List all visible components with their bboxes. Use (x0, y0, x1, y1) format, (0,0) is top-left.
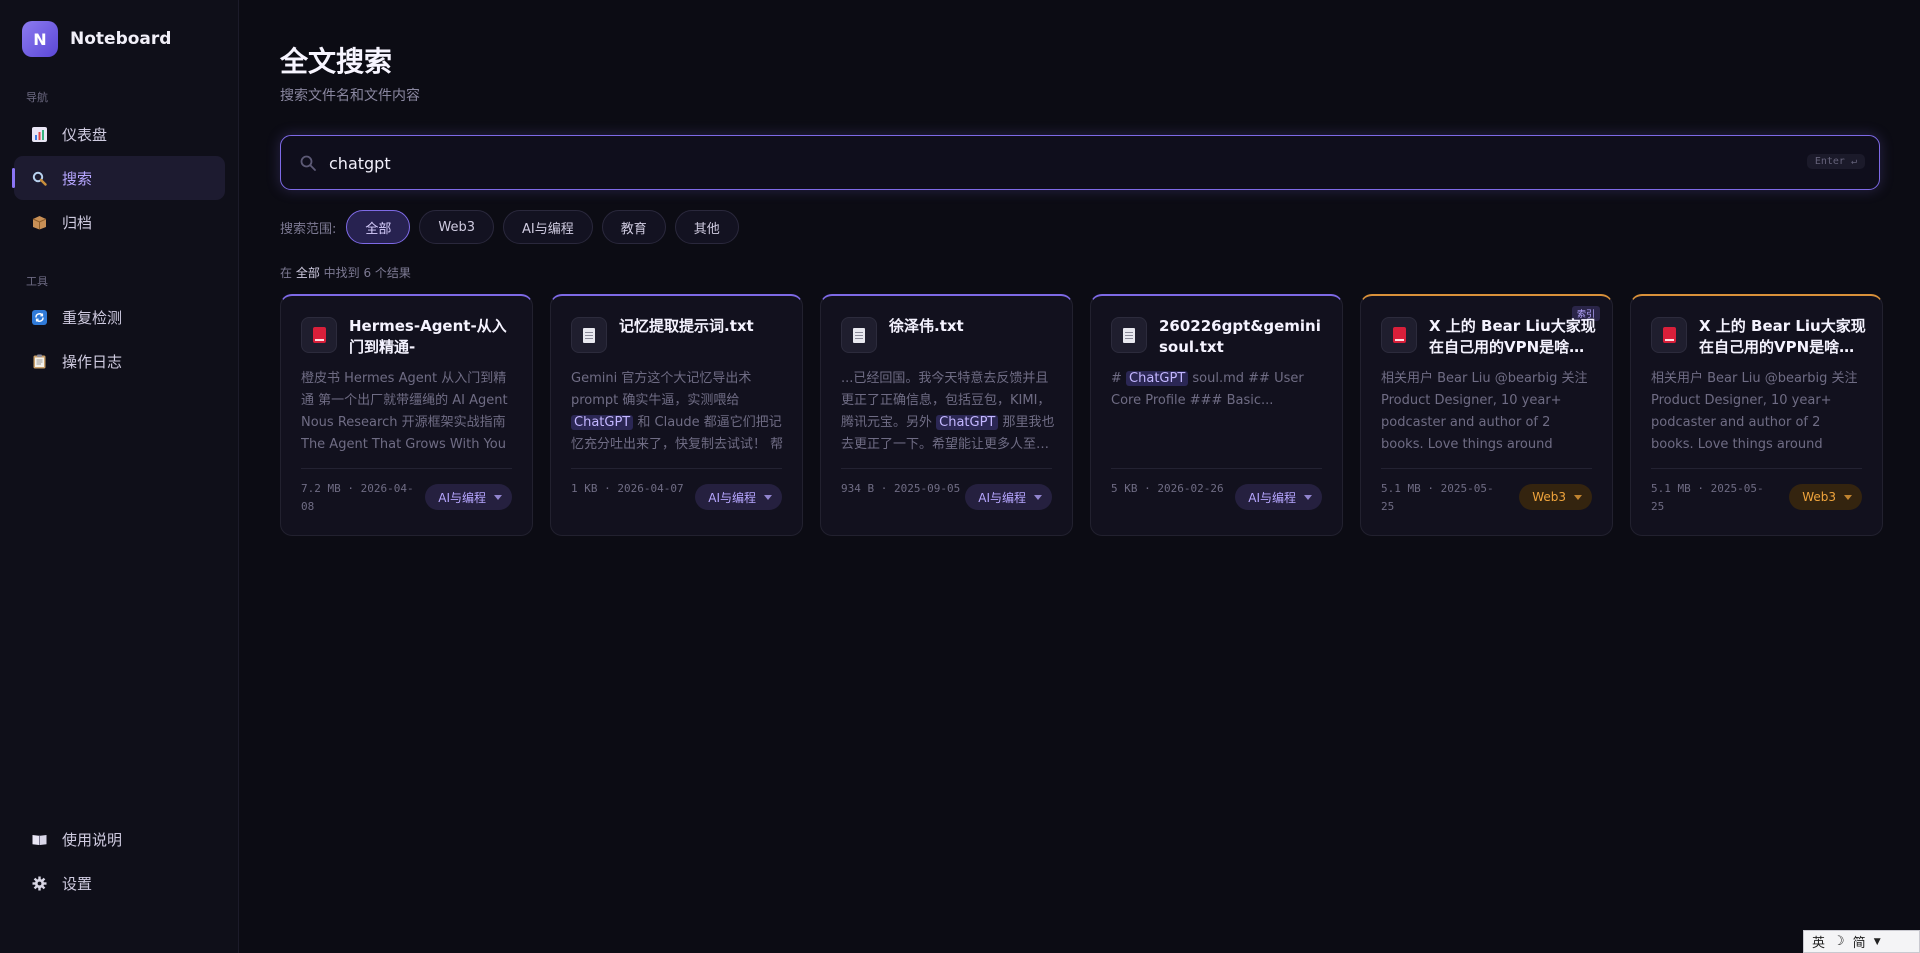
sidebar-item-label: 使用说明 (62, 830, 123, 849)
gear-icon (30, 874, 48, 892)
card-meta: 5 KB · 2026-02-26 (1111, 482, 1224, 495)
page-subtitle: 搜索文件名和文件内容 (280, 88, 420, 104)
card-meta: 5.1 MB · 2025-05-25 (1651, 482, 1764, 513)
category-select[interactable]: Web3 (1519, 484, 1592, 510)
card-divider (841, 468, 1052, 469)
card-snippet: 相关用户 Bear Liu @bearbig 关注 Product Design… (1651, 371, 1858, 452)
card-divider (301, 468, 512, 469)
scope-chip-other[interactable]: 其他 (674, 210, 739, 244)
refresh-icon (30, 308, 48, 326)
text-file-icon (1111, 317, 1147, 353)
sidebar-item-help[interactable]: 使用说明 (14, 817, 225, 861)
archive-box-icon (30, 213, 48, 231)
card-title: X 上的 Bear Liu大家现在自己用的VPN是啥… (1699, 317, 1866, 356)
sidebar-item-label: 重复检测 (62, 308, 123, 327)
nav-section-title: 导航 (26, 91, 48, 104)
result-card[interactable]: 260226gpt&gemini soul.txt # ChatGPT soul… (1090, 294, 1343, 536)
text-file-icon (571, 317, 607, 353)
ime-mode[interactable]: 简 (1853, 932, 1866, 951)
card-snippet: # ChatGPT soul.md ## User Core Profile #… (1111, 371, 1304, 408)
sidebar-item-settings[interactable]: 设置 (14, 861, 225, 905)
category-select[interactable]: Web3 (1789, 484, 1862, 510)
chevron-down-icon (1844, 495, 1852, 500)
category-select[interactable]: AI与编程 (695, 484, 782, 510)
card-snippet: ...已经回国。我今天特意去反馈并且更正了正确信息，包括豆包，KIMI，腾讯元宝… (841, 371, 1055, 452)
page-title: 全文搜索 (280, 45, 393, 78)
scope-chip-all[interactable]: 全部 (346, 210, 411, 244)
search-highlight: ChatGPT (571, 415, 634, 430)
tools-section-title: 工具 (26, 275, 48, 288)
card-divider (1651, 468, 1862, 469)
card-snippet: 相关用户 Bear Liu @bearbig 关注 Product Design… (1381, 371, 1588, 452)
card-snippet: 橙皮书 Hermes Agent 从入门到精通 第一个出厂就带缰绳的 AI Ag… (301, 371, 508, 452)
result-card[interactable]: 徐泽伟.txt ...已经回国。我今天特意去反馈并且更正了正确信息，包括豆包，K… (820, 294, 1073, 536)
enter-key-hint: Enter ↵ (1806, 154, 1865, 169)
brand[interactable]: N Noteboard (22, 21, 171, 57)
card-title: Hermes-Agent-从入门到精通-v260407.pdf (349, 317, 507, 356)
chart-icon (30, 125, 48, 143)
search-highlight: ChatGPT (1126, 371, 1189, 386)
search-input[interactable] (329, 148, 1729, 178)
result-card[interactable]: Hermes-Agent-从入门到精通-v260407.pdf 橙皮书 Herm… (280, 294, 533, 536)
search-scope-filter: 搜索范围: 全部 Web3 AI与编程 教育 其他 (280, 210, 748, 244)
sidebar-item-label: 归档 (62, 213, 93, 232)
card-divider (571, 468, 782, 469)
scope-chip-ai-programming[interactable]: AI与编程 (503, 210, 593, 244)
category-select[interactable]: AI与编程 (425, 484, 512, 510)
sidebar-item-dashboard[interactable]: 仪表盘 (14, 112, 225, 156)
chevron-down-icon (1034, 495, 1042, 500)
card-title: X 上的 Bear Liu大家现在自己用的VPN是啥… (1429, 317, 1596, 356)
pdf-file-icon (301, 317, 337, 353)
scope-chip-web3[interactable]: Web3 (419, 210, 495, 244)
result-card[interactable]: 索引 X 上的 Bear Liu大家现在自己用的VPN是啥… 相关用户 Bear… (1360, 294, 1613, 536)
pdf-file-icon (1651, 317, 1687, 353)
category-select[interactable]: AI与编程 (965, 484, 1052, 510)
search-icon (299, 154, 317, 172)
sidebar-item-operation-log[interactable]: 操作日志 (14, 339, 225, 383)
sidebar: N Noteboard 导航 仪表盘 搜索 归档 工具 重复检测 操作日志 使用… (0, 0, 239, 953)
card-meta: 934 B · 2025-09-05 (841, 482, 961, 495)
card-meta: 7.2 MB · 2026-04-08 (301, 482, 414, 513)
chevron-down-icon (764, 495, 772, 500)
sidebar-item-label: 搜索 (62, 169, 93, 188)
search-icon (30, 169, 48, 187)
result-card[interactable]: 记忆提取提示词.txt Gemini 官方这个大记忆导出术 prompt 确实牛… (550, 294, 803, 536)
app-name: Noteboard (70, 29, 172, 49)
card-title: 260226gpt&gemini soul.txt (1159, 317, 1321, 356)
search-highlight: ChatGPT (936, 415, 999, 430)
card-meta: 5.1 MB · 2025-05-25 (1381, 482, 1494, 513)
sidebar-item-label: 仪表盘 (62, 125, 108, 144)
scope-chip-education[interactable]: 教育 (601, 210, 666, 244)
text-file-icon (841, 317, 877, 353)
chevron-down-icon (1574, 495, 1582, 500)
clipboard-icon (30, 352, 48, 370)
pdf-file-icon (1381, 317, 1417, 353)
category-select[interactable]: AI与编程 (1235, 484, 1322, 510)
sidebar-item-search[interactable]: 搜索 (12, 156, 225, 200)
card-title: 记忆提取提示词.txt (619, 317, 754, 335)
card-divider (1111, 468, 1322, 469)
ime-status-bar[interactable]: 英 ☽ 简 ▼ (1803, 930, 1920, 953)
book-icon (30, 830, 48, 848)
sidebar-item-label: 操作日志 (62, 352, 123, 371)
card-divider (1381, 468, 1592, 469)
ime-moon-icon: ☽ (1833, 934, 1845, 949)
scope-label: 搜索范围: (280, 221, 337, 237)
result-count: 在 全部 中找到 6 个结果 (280, 266, 411, 280)
result-cards: Hermes-Agent-从入门到精通-v260407.pdf 橙皮书 Herm… (280, 294, 1883, 536)
ime-language[interactable]: 英 (1812, 932, 1825, 951)
card-snippet: Gemini 官方这个大记忆导出术 prompt 确实牛逼，实测喂给 ChatG… (571, 371, 784, 452)
chevron-down-icon (1304, 495, 1312, 500)
result-card[interactable]: X 上的 Bear Liu大家现在自己用的VPN是啥… 相关用户 Bear Li… (1630, 294, 1883, 536)
card-meta: 1 KB · 2026-04-07 (571, 482, 684, 495)
search-box[interactable]: Enter ↵ (280, 135, 1880, 190)
sidebar-item-archive[interactable]: 归档 (14, 200, 225, 244)
chevron-down-icon[interactable]: ▼ (1874, 937, 1881, 947)
main-content: 全文搜索 搜索文件名和文件内容 Enter ↵ 搜索范围: 全部 Web3 AI… (240, 0, 1920, 953)
chevron-down-icon (494, 495, 502, 500)
app-logo: N (22, 21, 58, 57)
sidebar-item-label: 设置 (62, 874, 93, 893)
card-title: 徐泽伟.txt (889, 317, 964, 335)
sidebar-item-duplicate-check[interactable]: 重复检测 (14, 295, 225, 339)
